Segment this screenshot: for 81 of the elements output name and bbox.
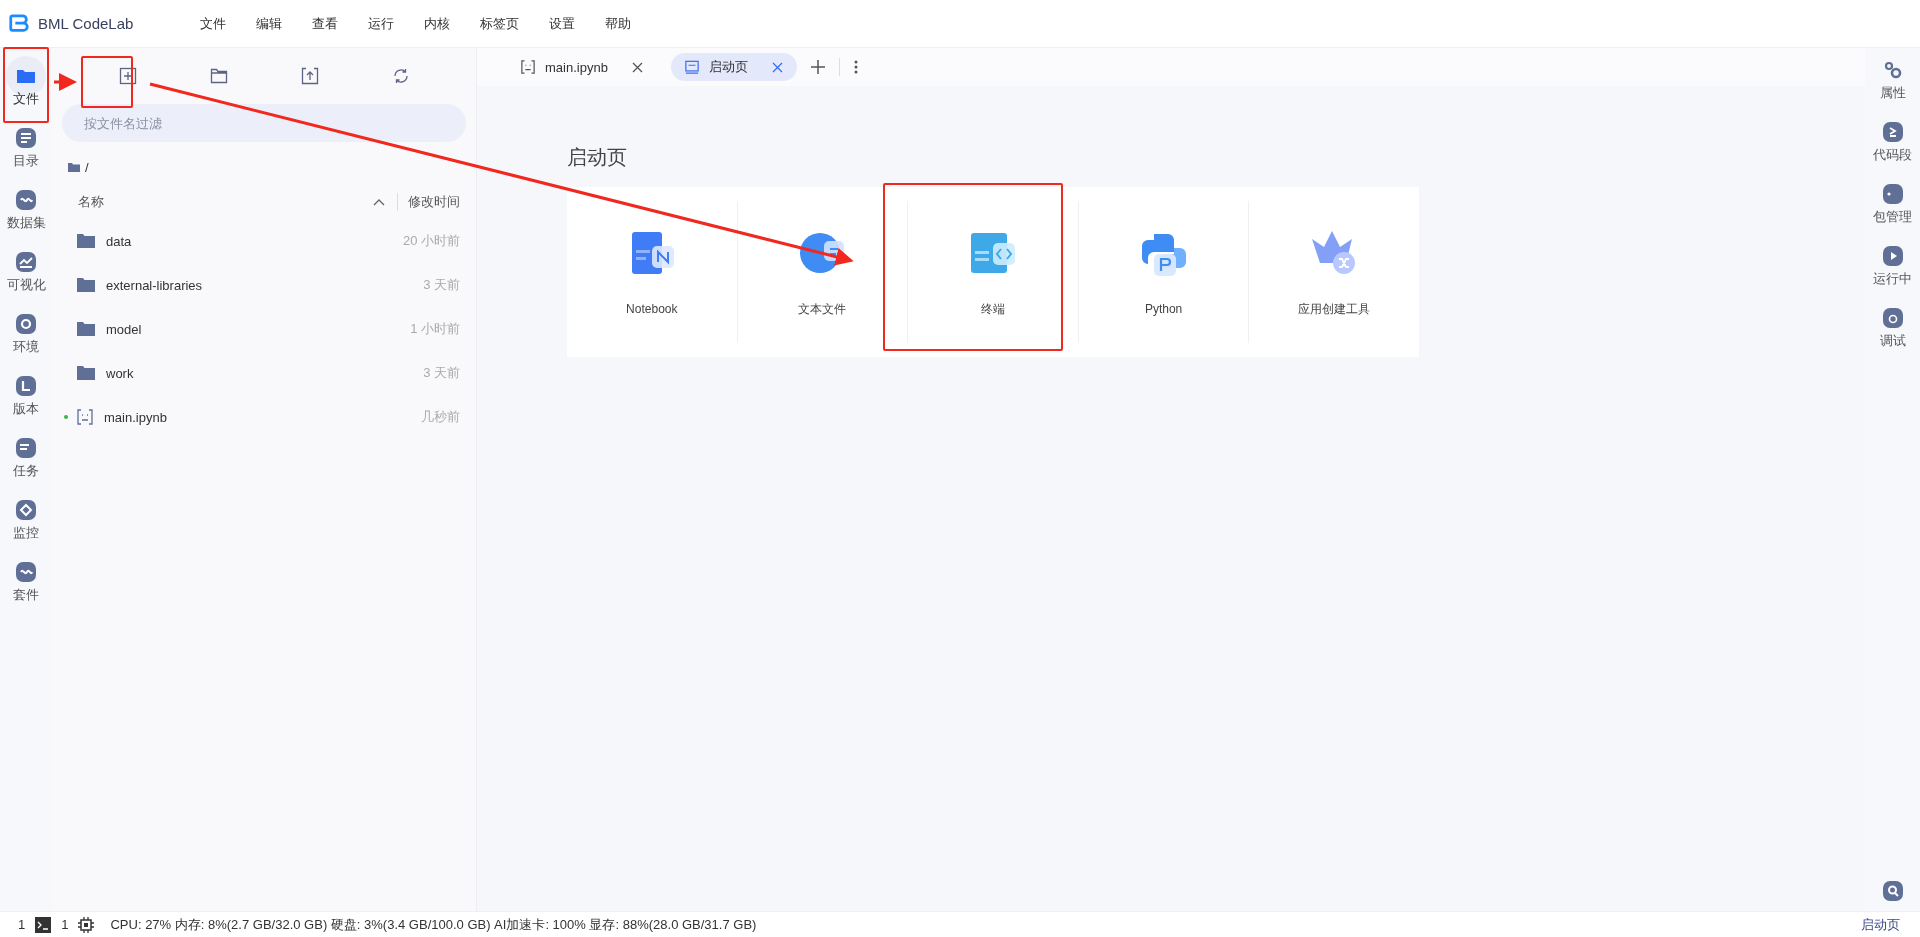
sidebar-item[interactable]: 包管理 [1873,184,1912,246]
sidebar-item[interactable]: 版本 [0,366,52,428]
annotation-arrow [54,73,77,91]
menu-item[interactable]: 查看 [312,14,338,33]
launcher-card[interactable]: Notebook [567,201,738,343]
panel-icon [1882,308,1903,328]
folder-icon [16,68,36,84]
menu-item[interactable]: 编辑 [256,14,282,33]
menu-item[interactable]: 文件 [200,14,226,33]
search-icon[interactable] [1882,881,1903,901]
sidebar-item[interactable]: 代码段 [1873,122,1912,184]
add-tab-icon[interactable] [810,60,825,74]
sidebar-icon [15,561,37,583]
notebook-icon [77,409,93,425]
filter-field[interactable]: 按文件名过滤 [62,104,466,142]
panel-icon [1882,184,1903,204]
notebook-icon [521,60,535,74]
folder-icon [68,163,80,172]
file-row[interactable]: data 20 小时前 [62,219,466,263]
logo-icon [8,12,30,35]
sidebar-item[interactable]: 可视化 [0,242,52,304]
sidebar-item[interactable]: 监控 [0,490,52,552]
new-file-icon[interactable] [118,67,137,85]
upload-icon[interactable] [300,67,319,85]
terminal-count[interactable]: 1 [61,917,69,932]
sidebar-item[interactable]: 目录 [0,118,52,180]
sidebar-item[interactable]: 属性 [1879,60,1906,122]
sidebar-icon [15,251,37,273]
sidebar-item[interactable]: 运行中 [1873,246,1912,308]
sidebar-item[interactable]: 文件 [0,56,52,118]
sidebar-icon [15,499,37,521]
tab[interactable]: main.ipynb [507,53,657,81]
panel-icon [1882,246,1903,266]
close-icon[interactable] [631,61,643,73]
sort-ascending-icon[interactable] [373,198,385,206]
chip-icon [78,916,95,933]
launcher-card[interactable]: 终端 [908,201,1079,343]
launcher-card[interactable]: 文本文件 [737,201,909,343]
column-header[interactable]: 名称 [78,193,373,211]
close-icon[interactable] [771,61,783,73]
launcher-title: 启动页 [567,145,628,170]
folder-icon [77,322,95,336]
menu-item[interactable]: 运行 [368,14,394,33]
folder-icon [77,366,95,380]
sidebar-icon [15,189,37,211]
sidebar-item[interactable]: 调试 [1879,308,1906,370]
tab[interactable]: 启动页 [670,53,797,81]
launcher-icon [684,60,699,74]
more-icon[interactable] [853,60,858,74]
sidebar-item[interactable]: 任务 [0,428,52,490]
column-header[interactable]: 修改时间 [397,193,466,211]
sidebar-icon [15,437,37,459]
sidebar-item[interactable]: 数据集 [0,180,52,242]
breadcrumb-path[interactable]: / [85,160,89,175]
folder-icon [77,278,95,292]
gears-icon [1882,60,1903,80]
sidebar-item[interactable]: 套件 [0,552,52,614]
menu-item[interactable]: 设置 [549,14,575,33]
sidebar-icon [15,313,37,335]
panel-icon [1882,122,1903,142]
current-tab-label: 启动页 [1861,915,1900,934]
kernel-count[interactable]: 1 [18,917,26,932]
sidebar-icon [15,127,37,149]
sidebar-item[interactable]: 环境 [0,304,52,366]
menu-item[interactable]: 标签页 [480,14,519,33]
new-folder-icon[interactable] [209,67,228,85]
file-row[interactable]: main.ipynb 几秒前 [62,395,466,439]
highlight-frame [81,56,133,108]
launcher-card[interactable]: Python [1078,201,1250,343]
file-row[interactable]: external-libraries 3 天前 [62,263,466,307]
launcher-card[interactable]: 应用创建工具 [1249,201,1419,343]
refresh-icon[interactable] [391,67,410,85]
menu-item[interactable]: 内核 [424,14,450,33]
terminal-icon [35,916,52,933]
folder-icon [77,234,95,248]
app-name: BML CodeLab [38,15,134,32]
menu-item[interactable]: 帮助 [605,14,631,33]
file-row[interactable]: work 3 天前 [62,351,466,395]
sidebar-icon [15,375,37,397]
resource-usage: CPU: 27% 内存: 8%(2.7 GB/32.0 GB) 硬盘: 3%(3.4 GB/100.0 GB) AI加速卡: 100% 显存: 88%(28.0 GB/31.7 GB) [110,915,757,934]
file-row[interactable]: model 1 小时前 [62,307,466,351]
